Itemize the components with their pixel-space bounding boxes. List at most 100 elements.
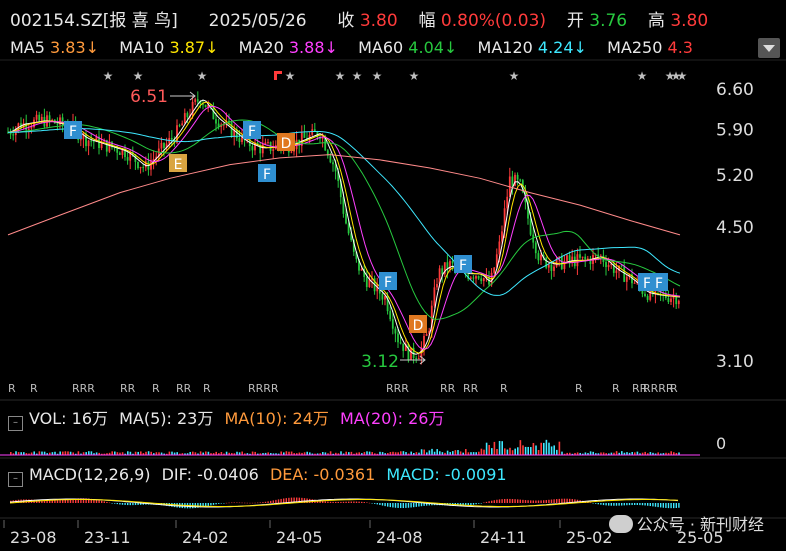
volume-bar <box>670 451 672 455</box>
macd-bar <box>501 499 503 503</box>
volume-bar <box>366 451 368 455</box>
vol-label: VOL: 16万 <box>29 409 109 428</box>
candle-body <box>329 155 332 163</box>
ma10-value: 3.87↓ <box>169 38 219 57</box>
macd-bar <box>332 501 334 503</box>
watermark: 公众号 · 新刊财经 <box>608 511 764 535</box>
macd-label: MACD(12,26,9) <box>29 465 151 484</box>
macd-bar <box>225 502 228 504</box>
r-marker: R <box>500 382 508 395</box>
dropdown-button[interactable] <box>758 38 780 58</box>
candle-body <box>194 99 197 102</box>
macd-bar <box>530 500 532 503</box>
collapse-icon[interactable]: – <box>8 472 23 487</box>
macd-bar <box>337 501 339 503</box>
volume-bar <box>329 451 332 455</box>
macd-bar <box>608 503 610 506</box>
r-marker: RR <box>120 382 136 395</box>
candle-body <box>584 256 587 260</box>
macd-bar <box>480 503 482 504</box>
macd-bar <box>355 501 358 503</box>
macd-bar <box>366 502 368 503</box>
star-icon: ★ <box>285 69 296 83</box>
volume-bar <box>514 448 516 455</box>
macd-bar <box>210 503 212 506</box>
date-axis-label: 24-08 <box>376 528 423 547</box>
volume-bar <box>127 451 129 455</box>
candle-body <box>566 255 568 261</box>
candle-body <box>139 167 142 169</box>
candle-body <box>381 293 384 300</box>
volume-bar <box>88 451 90 455</box>
candle-body <box>92 141 95 143</box>
r-marker: R <box>612 382 620 395</box>
macd-bar <box>114 503 116 504</box>
ma-bar: MA5 3.83↓ MA10 3.87↓ MA20 3.88↓ MA60 4.0… <box>0 38 693 57</box>
macd-bar <box>51 500 53 503</box>
collapse-icon[interactable]: – <box>8 416 23 431</box>
candle-body <box>204 104 207 108</box>
candle-body <box>425 333 428 336</box>
candle-body <box>620 265 623 267</box>
macd-bar <box>116 503 118 505</box>
change-label: 幅 <box>418 11 436 31</box>
candle-body <box>181 123 184 126</box>
macd-bar <box>519 499 521 503</box>
macd-bar <box>657 503 659 508</box>
candle-body <box>540 254 542 261</box>
candle-body <box>394 328 397 334</box>
volume-bar <box>548 442 550 455</box>
macd-header: – MACD(12,26,9) DIF: -0.0406 DEA: -0.0361… <box>0 465 507 487</box>
candle-body <box>87 140 90 147</box>
volume-bar <box>509 447 511 455</box>
candle-body <box>410 347 412 360</box>
signal-F-letter: F <box>643 276 651 292</box>
macd-bar <box>488 501 490 503</box>
macd-bar <box>121 503 124 505</box>
macd-bar <box>270 500 272 503</box>
candle-body <box>506 196 509 209</box>
vol-ma20: MA(20): 26万 <box>340 409 445 428</box>
r-marker: RR <box>463 382 479 395</box>
volume-bar <box>493 441 496 455</box>
volume-bar <box>285 451 288 455</box>
candle-body <box>516 174 519 180</box>
macd-bar <box>350 501 352 503</box>
macd-bar <box>420 503 423 507</box>
macd-bar <box>342 501 345 503</box>
candle-body <box>150 161 152 170</box>
macd-bar <box>670 503 672 509</box>
candle-body <box>186 113 189 118</box>
macd-bar <box>675 503 677 508</box>
candle-body <box>423 335 425 348</box>
candle-body <box>272 149 275 151</box>
stock-code: 002154.SZ[报 喜 鸟] <box>10 11 178 31</box>
volume-bar <box>446 450 449 455</box>
macd-bar <box>511 499 514 503</box>
macd-bar <box>493 500 495 503</box>
candle-body <box>586 258 589 260</box>
candle-body <box>137 161 139 169</box>
volume-bar <box>199 451 202 455</box>
macd-bar <box>218 503 220 504</box>
volume-bar <box>59 451 61 455</box>
macd-bar <box>376 503 378 505</box>
close-price: 3.80 <box>359 11 398 31</box>
macd-bar <box>132 503 134 506</box>
candle-body <box>238 138 241 143</box>
ma5-line <box>7 99 681 355</box>
macd-bar <box>251 502 254 504</box>
macd-bar <box>418 503 420 507</box>
candle-body <box>79 139 82 141</box>
macd-bar <box>111 503 113 504</box>
macd-bar <box>207 503 209 506</box>
volume-bar <box>423 449 425 455</box>
star-icon: ★ <box>133 69 144 83</box>
r-marker: R <box>670 382 678 395</box>
macd-bar <box>652 503 654 507</box>
volume-bar <box>527 446 529 455</box>
candle-body <box>391 319 394 329</box>
star-icon: ★ <box>335 69 346 83</box>
macd-bar <box>233 502 235 504</box>
macd-bar <box>563 498 566 503</box>
